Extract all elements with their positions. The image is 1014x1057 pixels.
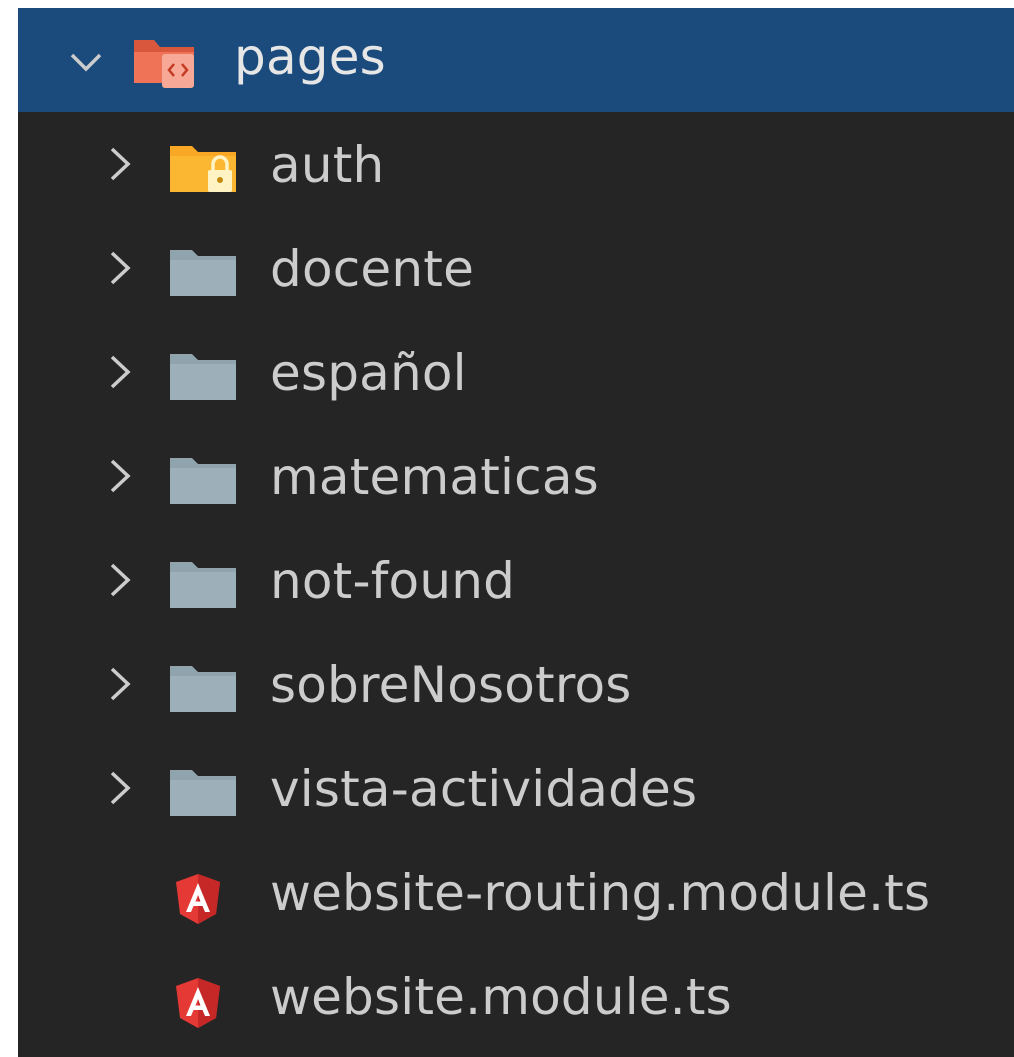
- tree-item-label: vista-actividades: [270, 760, 698, 818]
- chevron-right-icon[interactable]: [100, 144, 140, 184]
- tree-item-label: pages: [234, 28, 386, 86]
- tree-item-auth[interactable]: auth: [18, 112, 1014, 216]
- tree-item-sobrenosotros[interactable]: sobreNosotros: [18, 632, 1014, 736]
- file-explorer-tree: pages auth docente español matematicas n…: [18, 8, 1014, 1057]
- tree-item-website-module[interactable]: website.module.ts: [18, 944, 1014, 1048]
- angular-icon: [176, 874, 220, 924]
- folder-icon: [170, 458, 236, 504]
- tree-item-label: sobreNosotros: [270, 656, 632, 714]
- folder-open-views-icon: [134, 40, 194, 88]
- tree-item-label: website-routing.module.ts: [270, 864, 931, 922]
- tree-item-label: español: [270, 344, 467, 402]
- folder-icon: [170, 770, 236, 816]
- tree-item-label: website.module.ts: [270, 968, 732, 1026]
- tree-item-label: not-found: [270, 552, 516, 610]
- tree-item-matematicas[interactable]: matematicas: [18, 424, 1014, 528]
- angular-icon: [176, 978, 220, 1028]
- tree-item-website-routing-module[interactable]: website-routing.module.ts: [18, 840, 1014, 944]
- tree-item-not-found[interactable]: not-found: [18, 528, 1014, 632]
- folder-icon: [170, 354, 236, 400]
- tree-item-pages[interactable]: pages: [18, 8, 1014, 112]
- tree-item-espanol[interactable]: español: [18, 320, 1014, 424]
- chevron-right-icon[interactable]: [100, 768, 140, 808]
- folder-icon: [170, 250, 236, 296]
- chevron-right-icon[interactable]: [100, 352, 140, 392]
- tree-item-label: matematicas: [270, 448, 599, 506]
- chevron-right-icon[interactable]: [100, 248, 140, 288]
- folder-lock-icon: [170, 146, 236, 192]
- tree-item-docente[interactable]: docente: [18, 216, 1014, 320]
- chevron-right-icon[interactable]: [100, 664, 140, 704]
- folder-icon: [170, 562, 236, 608]
- chevron-right-icon[interactable]: [100, 560, 140, 600]
- chevron-down-icon[interactable]: [66, 42, 106, 82]
- folder-icon: [170, 666, 236, 712]
- tree-item-vista-actividades[interactable]: vista-actividades: [18, 736, 1014, 840]
- tree-item-label: auth: [270, 136, 385, 194]
- tree-item-label: docente: [270, 240, 475, 298]
- chevron-right-icon[interactable]: [100, 456, 140, 496]
